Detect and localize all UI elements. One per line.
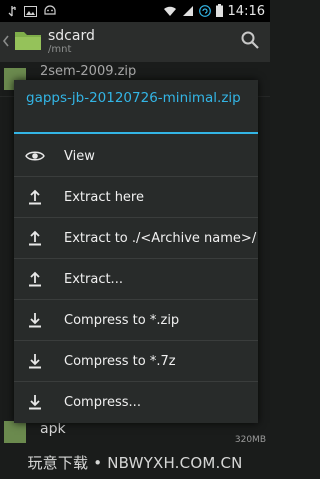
location-titles: sdcard /mnt (48, 28, 95, 56)
image-icon (24, 2, 37, 21)
signal-icon (182, 2, 194, 21)
menu-item-extract[interactable]: Extract... (14, 259, 258, 300)
compress-icon (24, 350, 46, 372)
menu-item-compress[interactable]: Compress... (14, 382, 258, 422)
folder-icon (4, 421, 26, 443)
path-subtitle: /mnt (48, 44, 72, 55)
search-icon[interactable] (240, 30, 260, 54)
compress-icon (24, 391, 46, 413)
file-name: 2sem-2009.zip (40, 64, 137, 79)
menu-item-label: Compress to *.zip (64, 312, 180, 328)
eye-icon (24, 145, 46, 167)
usb-icon (6, 2, 18, 21)
menu-item-label: Extract to ./<Archive name>/ (64, 230, 257, 246)
android-debug-icon (43, 2, 57, 21)
extract-icon (24, 268, 46, 290)
archive-actions-dialog: gapps-jb-20120726-minimal.zip View Extra… (14, 80, 258, 423)
menu-item-extract-to-archive-name[interactable]: Extract to ./<Archive name>/ (14, 218, 258, 259)
clock: 14:16 (227, 3, 265, 19)
page-title: sdcard (48, 28, 95, 44)
file-name: apk (40, 421, 66, 437)
menu-item-label: Compress to *.7z (64, 353, 176, 369)
menu-item-label: Compress... (64, 394, 141, 410)
extract-icon (24, 186, 46, 208)
folder-icon[interactable] (14, 28, 42, 56)
menu-item-extract-here[interactable]: Extract here (14, 177, 258, 218)
menu-item-label: Extract here (64, 189, 144, 205)
dialog-title: gapps-jb-20120726-minimal.zip (26, 90, 241, 106)
file-size: 320MB (234, 435, 266, 445)
battery-icon (215, 2, 223, 21)
title-divider (14, 132, 258, 134)
menu-item-view[interactable]: View (14, 136, 258, 177)
menu-item-label: View (64, 148, 95, 164)
extract-icon (24, 227, 46, 249)
action-bar: sdcard /mnt (0, 22, 270, 62)
menu-item-compress-7z[interactable]: Compress to *.7z (14, 341, 258, 382)
back-caret-icon[interactable] (2, 33, 12, 52)
menu-item-compress-zip[interactable]: Compress to *.zip (14, 300, 258, 341)
wifi-icon (163, 2, 177, 21)
compress-icon (24, 309, 46, 331)
watermark: 玩意下载 • NBWYXH.COM.CN (27, 453, 243, 472)
menu-item-label: Extract... (64, 271, 123, 287)
sync-icon (198, 2, 211, 21)
status-bar: 14:16 (0, 0, 270, 22)
